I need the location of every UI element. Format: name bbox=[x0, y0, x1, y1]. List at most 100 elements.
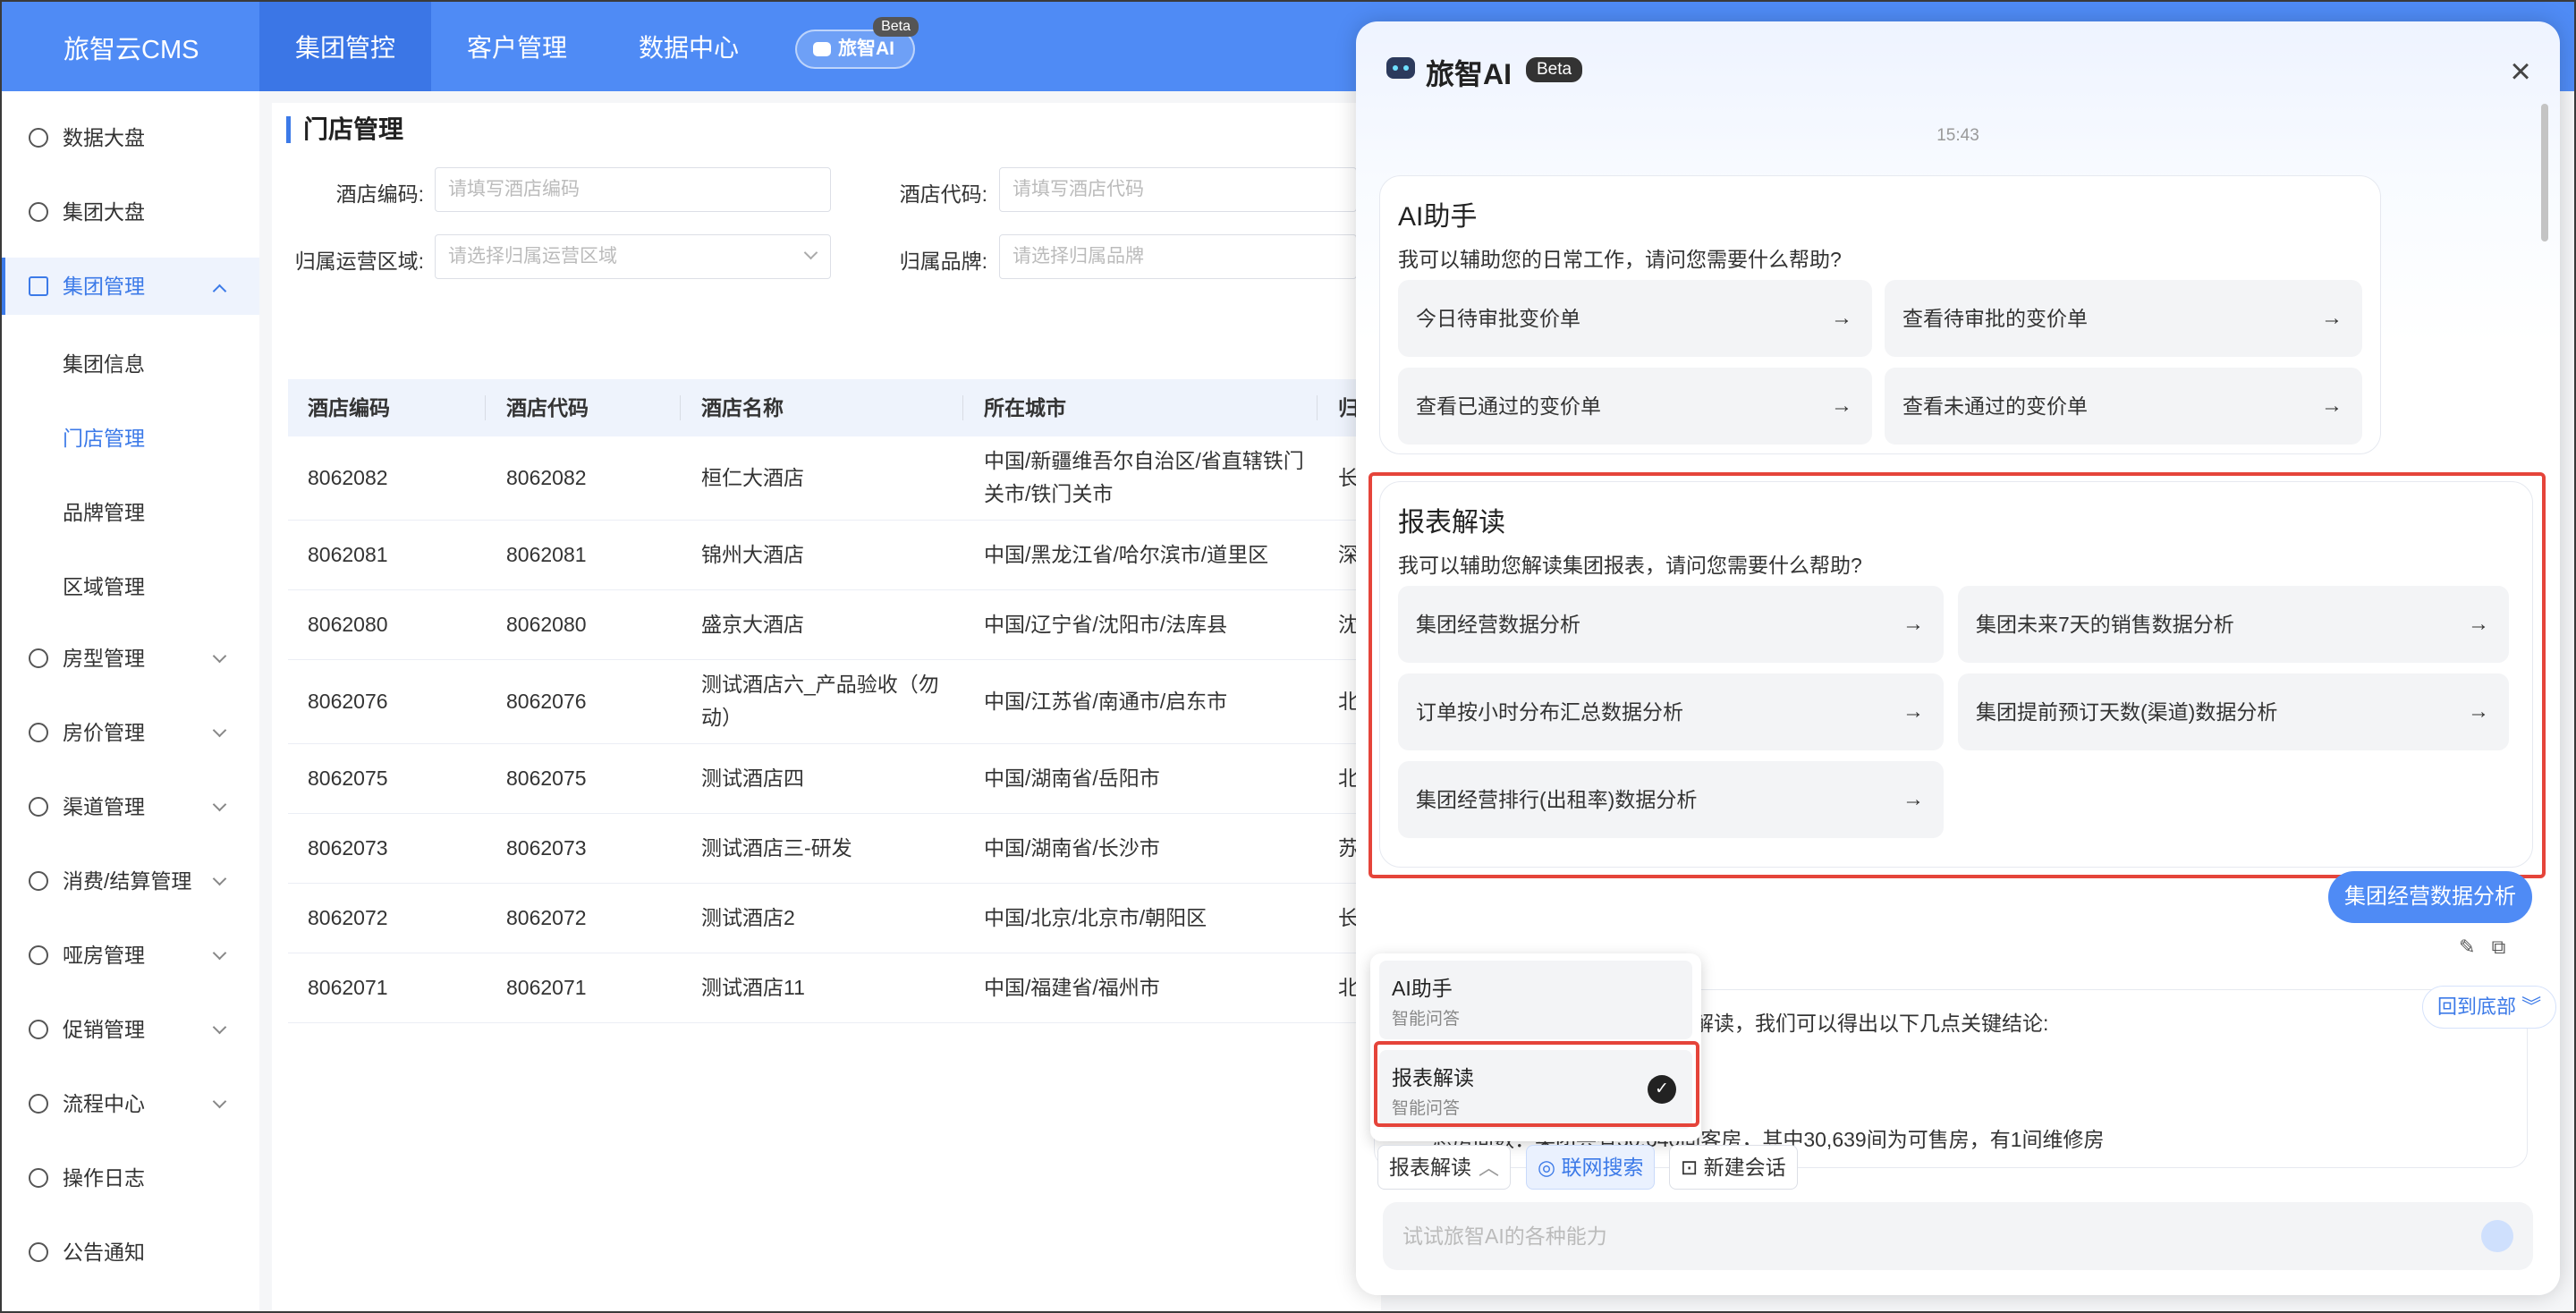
sidebar-item-label: 集团管理 bbox=[63, 275, 145, 298]
hotel-name-cell: 桓仁大酒店 bbox=[701, 466, 804, 489]
sidebar-item-label: 操作日志 bbox=[63, 1166, 145, 1190]
back-to-bottom-label: 回到底部 bbox=[2437, 995, 2517, 1018]
quick-action-label: 今日待审批变价单 bbox=[1416, 307, 1580, 330]
back-to-bottom-button[interactable]: 回到底部 ︾ bbox=[2422, 986, 2557, 1029]
sidebar-item-label: 渠道管理 bbox=[63, 795, 145, 818]
copy-icon[interactable]: ⧉ bbox=[2492, 936, 2506, 958]
quick-action-button[interactable]: 集团提前预订天数(渠道)数据分析 → bbox=[1958, 673, 2509, 750]
hotel-number-cell: 8062073 bbox=[308, 836, 388, 860]
quick-action-button[interactable]: 查看已通过的变价单 → bbox=[1398, 368, 1872, 445]
log-icon bbox=[29, 1168, 48, 1188]
mode-option-ai-assistant[interactable]: AI助手 智能问答 bbox=[1379, 961, 1692, 1039]
hotel-name-cell: 测试酒店三-研发 bbox=[701, 836, 852, 860]
arrow-right-icon: → bbox=[1902, 612, 1924, 636]
brand-label: 归属品牌: bbox=[899, 250, 987, 273]
sidebar-item-group-management[interactable]: 集团管理 bbox=[2, 258, 259, 315]
table-row[interactable]: 8062071 8062071 测试酒店11 中国/福建省/福州市 北 bbox=[288, 953, 1381, 1023]
table-row[interactable]: 8062072 8062072 测试酒店2 中国/北京/北京市/朝阳区 长 bbox=[288, 884, 1381, 953]
globe-icon: ◎ bbox=[1538, 1156, 1562, 1179]
table-row[interactable]: 8062075 8062075 测试酒店四 中国/湖南省/岳阳市 北 bbox=[288, 744, 1381, 814]
quick-action-button[interactable]: 查看未通过的变价单 → bbox=[1885, 368, 2362, 445]
sidebar-subitem-group-info[interactable]: 集团信息 bbox=[63, 347, 145, 377]
city-cell: 中国/辽宁省/沈阳市/法库县 bbox=[984, 613, 1228, 636]
hotel-code-cell: 8062082 bbox=[506, 466, 587, 489]
sidebar-subitem-region-management[interactable]: 区域管理 bbox=[63, 570, 145, 600]
quick-action-button[interactable]: 今日待审批变价单 → bbox=[1398, 280, 1872, 357]
card-subtitle: 我可以辅助您的日常工作，请问您需要什么帮助? bbox=[1398, 248, 1842, 271]
hotel-name-cell: 盛京大酒店 bbox=[701, 613, 804, 636]
sidebar-item-label: 房型管理 bbox=[63, 647, 145, 670]
tab-customer-management[interactable]: 客户管理 bbox=[431, 2, 603, 91]
hotel-code-cell: 8062075 bbox=[506, 767, 587, 790]
message-timestamp: 15:43 bbox=[1936, 126, 1979, 145]
arrow-right-icon: → bbox=[1831, 394, 1852, 418]
close-icon[interactable]: × bbox=[2504, 54, 2537, 89]
tab-data-center[interactable]: 数据中心 bbox=[603, 2, 775, 91]
new-chat-button[interactable]: ⊡ 新建会话 bbox=[1669, 1145, 1798, 1190]
chevron-down-icon bbox=[212, 945, 227, 961]
quick-action-button[interactable]: 集团经营排行(出租率)数据分析 → bbox=[1398, 761, 1944, 838]
sidebar-subitem-brand-management[interactable]: 品牌管理 bbox=[63, 496, 145, 526]
answer-text: 进行解读，我们可以得出以下几点关键结论: bbox=[1652, 1012, 2049, 1035]
robot-icon bbox=[813, 42, 831, 56]
sidebar-item-operation-log[interactable]: 操作日志 bbox=[2, 1149, 259, 1207]
table-row[interactable]: 8062076 8062076 测试酒店六_产品验收（勿动） 中国/江苏省/南通… bbox=[288, 660, 1381, 744]
table-header: 酒店编码 酒店代码 酒店名称 所在城市 归 bbox=[288, 379, 1381, 436]
region-select[interactable]: 请选择归属运营区域 bbox=[435, 234, 831, 279]
table-row[interactable]: 8062080 8062080 盛京大酒店 中国/辽宁省/沈阳市/法库县 沈 bbox=[288, 590, 1381, 660]
hotel-name-cell: 锦州大酒店 bbox=[701, 543, 804, 566]
sidebar-item-promotion[interactable]: 促销管理 bbox=[2, 1001, 259, 1058]
ai-panel-title: 旅智AI bbox=[1426, 58, 1513, 90]
quick-action-button[interactable]: 查看待审批的变价单 → bbox=[1885, 280, 2362, 357]
sidebar-item-room-type[interactable]: 房型管理 bbox=[2, 630, 259, 687]
quick-action-button[interactable]: 集团经营数据分析 → bbox=[1398, 586, 1944, 663]
web-search-toggle[interactable]: ◎ 联网搜索 bbox=[1526, 1145, 1656, 1190]
new-chat-icon: ⊡ bbox=[1681, 1156, 1704, 1179]
quick-action-label: 查看已通过的变价单 bbox=[1416, 394, 1601, 418]
ai-assistant-button[interactable]: 旅智AI Beta bbox=[795, 17, 919, 69]
quick-action-button[interactable]: 订单按小时分布汇总数据分析 → bbox=[1398, 673, 1944, 750]
sidebar-item-label: 房价管理 bbox=[63, 721, 145, 744]
hotel-code-cell: 8062072 bbox=[506, 906, 587, 929]
region-select-placeholder: 请选择归属运营区域 bbox=[448, 246, 617, 267]
sidebar-item-announcement[interactable]: 公告通知 bbox=[2, 1224, 259, 1281]
sidebar-item-room-price[interactable]: 房价管理 bbox=[2, 704, 259, 761]
yen-icon bbox=[29, 871, 48, 891]
hotel-code-cell: 8062081 bbox=[506, 543, 587, 566]
hotel-name-cell: 测试酒店2 bbox=[701, 906, 795, 929]
sidebar-item-dummy-room[interactable]: 哑房管理 bbox=[2, 927, 259, 984]
hotel-code-input[interactable]: 请填写酒店代码 bbox=[999, 167, 1357, 212]
send-icon[interactable] bbox=[2481, 1220, 2513, 1252]
quick-action-button[interactable]: 集团未来7天的销售数据分析 → bbox=[1958, 586, 2509, 663]
sidebar-item-settlement[interactable]: 消费/结算管理 bbox=[2, 852, 259, 910]
double-chevron-down-icon: ︾ bbox=[2516, 995, 2542, 1018]
scrollbar[interactable] bbox=[2541, 104, 2548, 241]
highlight-frame bbox=[1374, 1041, 1699, 1127]
sidebar-item-data-dashboard[interactable]: 数据大盘 bbox=[2, 109, 259, 166]
chat-input[interactable]: 试试旅智AI的各种能力 bbox=[1383, 1202, 2533, 1270]
bell-icon bbox=[29, 1242, 48, 1262]
app-logo: 旅智云CMS bbox=[64, 36, 199, 64]
clipboard-icon bbox=[29, 1094, 48, 1114]
city-cell: 中国/新疆维吾尔自治区/省直辖铁门关市/铁门关市 bbox=[984, 449, 1304, 505]
sidebar-item-workflow[interactable]: 流程中心 bbox=[2, 1075, 259, 1132]
sidebar-item-channel[interactable]: 渠道管理 bbox=[2, 778, 259, 835]
chevron-up-icon bbox=[212, 284, 227, 299]
hotel-number-input[interactable]: 请填写酒店编码 bbox=[435, 167, 831, 212]
edit-icon[interactable]: ✎ bbox=[2459, 936, 2475, 958]
tab-group-control[interactable]: 集团管控 bbox=[259, 2, 431, 91]
table-row[interactable]: 8062081 8062081 锦州大酒店 中国/黑龙江省/哈尔滨市/道里区 深 bbox=[288, 521, 1381, 590]
table-row[interactable]: 8062082 8062082 桓仁大酒店 中国/新疆维吾尔自治区/省直辖铁门关… bbox=[288, 436, 1381, 521]
message-tools: ✎ ⧉ bbox=[2459, 936, 2505, 959]
city-cell: 中国/湖南省/长沙市 bbox=[984, 836, 1160, 860]
brand-select[interactable]: 请选择归属品牌 bbox=[999, 234, 1357, 279]
user-message-bubble: 集团经营数据分析 bbox=[2328, 871, 2532, 923]
mode-select-button[interactable]: 报表解读 ︿ bbox=[1377, 1145, 1511, 1190]
sidebar-subitem-store-management[interactable]: 门店管理 bbox=[63, 421, 145, 452]
table-row[interactable]: 8062073 8062073 测试酒店三-研发 中国/湖南省/长沙市 苏 bbox=[288, 814, 1381, 884]
city-cell: 中国/江苏省/南通市/启东市 bbox=[984, 690, 1228, 713]
hotel-number-cell: 8062075 bbox=[308, 767, 388, 790]
ai-chat-panel: 旅智AI Beta × 15:43 AI助手 我可以辅助您的日常工作，请问您需要… bbox=[1356, 21, 2560, 1295]
sidebar-item-group-dashboard[interactable]: 集团大盘 bbox=[2, 183, 259, 241]
page-title: 门店管理 bbox=[286, 116, 403, 143]
